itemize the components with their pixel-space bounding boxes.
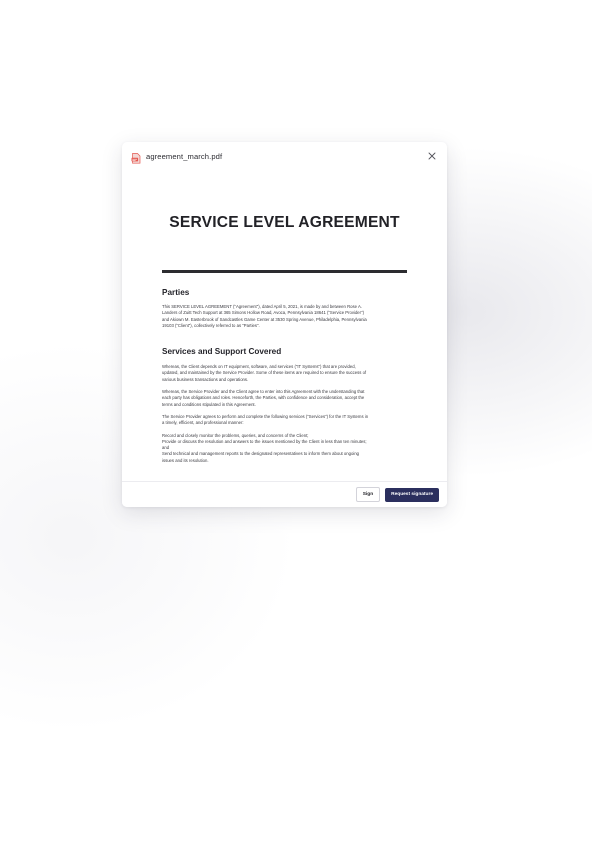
modal-header: agreement_march.pdf <box>122 142 447 170</box>
sign-button[interactable]: Sign <box>355 487 381 502</box>
section-heading-parties: Parties <box>162 288 190 297</box>
close-button[interactable] <box>426 150 438 162</box>
section-heading-services: Services and Support Covered <box>162 347 282 357</box>
document-viewer[interactable]: SERVICE LEVEL AGREEMENT Parties This SER… <box>122 170 447 507</box>
document-preview-modal: agreement_march.pdf SERVICE LEVEL AGREEM… <box>122 142 447 507</box>
pdf-file-icon <box>131 151 141 164</box>
close-icon <box>428 152 436 160</box>
request-signature-button[interactable]: Request signature <box>385 487 439 502</box>
modal-footer: Sign Request signature <box>122 481 447 507</box>
paragraph-parties: This SERVICE LEVEL AGREEMENT ("Agreement… <box>162 304 367 328</box>
paragraph-services-4: Record and closely monitor the problems,… <box>162 432 367 463</box>
file-name: agreement_march.pdf <box>146 151 223 161</box>
document-title: SERVICE LEVEL AGREEMENT <box>169 214 400 231</box>
document-content: Parties This SERVICE LEVEL AGREEMENT ("A… <box>162 288 408 464</box>
paragraph-services-2: Whereas, the Service Provider and the Cl… <box>162 389 365 407</box>
title-divider <box>162 270 407 273</box>
paragraph-services-3: The Service Provider agrees to perform a… <box>162 413 369 426</box>
paragraph-services-1: Whereas, the Client depends on IT equipm… <box>162 364 367 382</box>
